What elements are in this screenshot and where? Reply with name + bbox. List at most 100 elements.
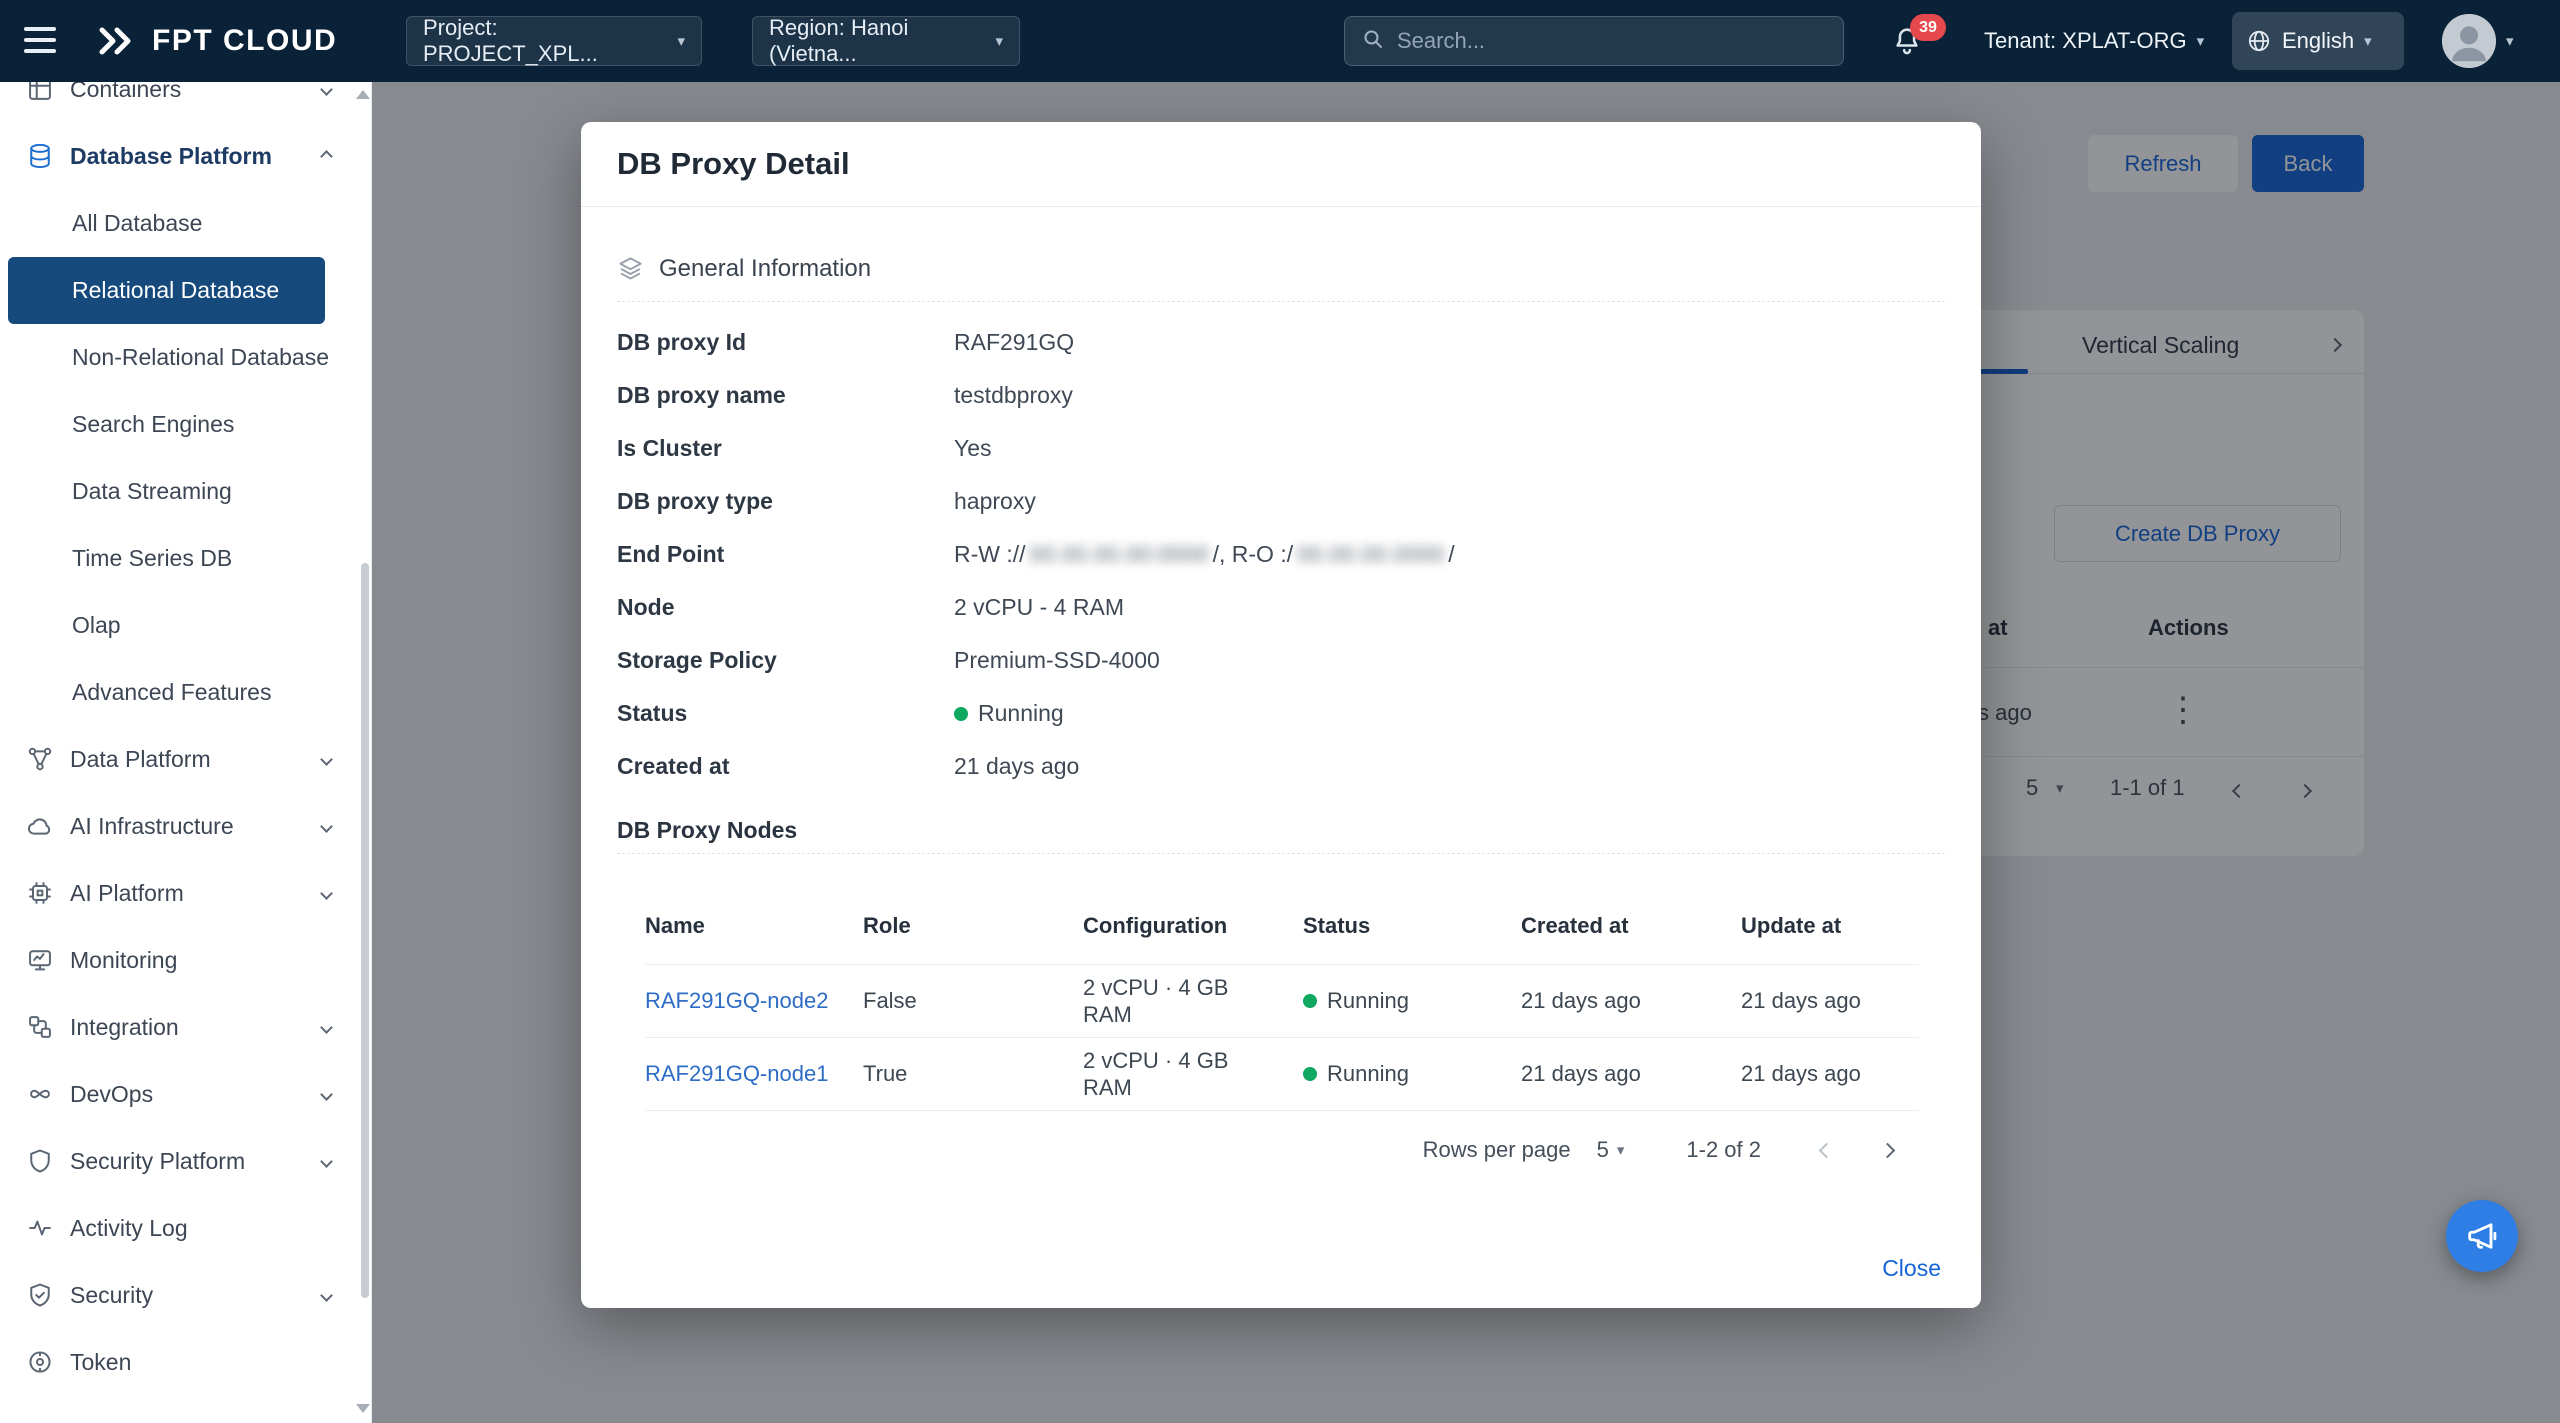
field-row-db-proxy-name: DB proxy nametestdbproxy <box>617 369 1945 422</box>
field-row-status: StatusRunning <box>617 687 1945 740</box>
chevron-down-icon <box>320 1088 333 1101</box>
sidebar-item-security-platform[interactable]: Security Platform <box>0 1128 357 1195</box>
sidebar-item-time-series-db[interactable]: Time Series DB <box>0 525 357 592</box>
sidebar-item-integration[interactable]: Integration <box>0 994 357 1061</box>
next-page-button[interactable] <box>1880 1142 1896 1158</box>
node-role: True <box>863 1061 1083 1087</box>
sidebar-item-label: Database Platform <box>70 143 272 170</box>
sidebar-item-security[interactable]: Security <box>0 1262 357 1329</box>
table-header-row: NameRoleConfigurationStatusCreated atUpd… <box>645 888 1919 965</box>
sidebar-item-ai-platform[interactable]: AI Platform <box>0 860 357 927</box>
field-row-is-cluster: Is ClusterYes <box>617 422 1945 475</box>
redacted-endpoint: 00.00.00.0000 <box>1297 541 1444 568</box>
notification-badge: 39 <box>1910 14 1946 41</box>
field-row-storage-policy: Storage PolicyPremium-SSD-4000 <box>617 634 1945 687</box>
sidebar-item-label: Monitoring <box>70 947 177 974</box>
chevron-down-icon <box>320 83 333 96</box>
sidebar-item-token[interactable]: Token <box>0 1329 357 1396</box>
user-menu[interactable]: ▾ <box>2442 0 2514 82</box>
field-label: DB proxy name <box>617 382 954 409</box>
sidebar-item-relational-database[interactable]: Relational Database <box>8 257 325 324</box>
node-role: False <box>863 988 1083 1014</box>
sidebar-item-label: DevOps <box>70 1081 153 1108</box>
chevron-down-icon: ▾ <box>1617 1141 1625 1159</box>
logo-text: FPT CLOUD <box>152 24 337 58</box>
sidebar-item-data-streaming[interactable]: Data Streaming <box>0 458 357 525</box>
sidebar-item-olap[interactable]: Olap <box>0 592 357 659</box>
dashed-divider <box>617 853 1945 854</box>
sidebar-item-all-database[interactable]: All Database <box>0 190 357 257</box>
node-status: Running <box>1303 988 1521 1014</box>
scrollbar-up-arrow[interactable] <box>356 90 370 99</box>
chevron-down-icon: ▾ <box>2364 34 2372 49</box>
project-selector-label: Project: PROJECT_XPL... <box>423 15 677 67</box>
sidebar-item-search-engines[interactable]: Search Engines <box>0 391 357 458</box>
node-name-link[interactable]: RAF291GQ-node1 <box>645 1061 828 1086</box>
chevron-down-icon: ▾ <box>995 34 1003 49</box>
avatar <box>2442 14 2496 68</box>
security-platform-icon <box>26 1147 56 1177</box>
modal-title: DB Proxy Detail <box>617 146 850 182</box>
field-text: haproxy <box>954 488 1036 515</box>
monitoring-icon <box>26 946 56 976</box>
announcement-fab[interactable] <box>2446 1200 2518 1272</box>
sidebar-item-activity-log[interactable]: Activity Log <box>0 1195 357 1262</box>
field-label: Storage Policy <box>617 647 954 674</box>
devops-icon <box>26 1080 56 1110</box>
field-label: End Point <box>617 541 954 568</box>
sidebar-item-label: Relational Database <box>72 277 279 304</box>
node-status: Running <box>1303 1061 1521 1087</box>
field-text: Premium-SSD-4000 <box>954 647 1160 674</box>
modal-body: General Information DB proxy IdRAF291GQD… <box>581 251 1981 1189</box>
sidebar-item-devops[interactable]: DevOps <box>0 1061 357 1128</box>
sidebar-item-monitoring[interactable]: Monitoring <box>0 927 357 994</box>
sidebar-item-ai-infrastructure[interactable]: AI Infrastructure <box>0 793 357 860</box>
project-selector[interactable]: Project: PROJECT_XPL... ▾ <box>406 16 702 66</box>
sidebar-item-label: Olap <box>72 612 121 639</box>
logo-mark-icon <box>96 25 140 57</box>
layers-icon <box>617 255 645 283</box>
integration-icon <box>26 1013 56 1043</box>
field-value: 2 vCPU - 4 RAM <box>954 594 1124 621</box>
sidebar-item-data-platform[interactable]: Data Platform <box>0 726 357 793</box>
dashed-divider <box>617 301 1945 302</box>
field-row-db-proxy-type: DB proxy typehaproxy <box>617 475 1945 528</box>
field-text: RAF291GQ <box>954 329 1074 356</box>
previous-page-button[interactable] <box>1819 1142 1835 1158</box>
sidebar-item-label: Data Platform <box>70 746 211 773</box>
tenant-selector[interactable]: Tenant: XPLAT-ORG ▾ <box>1984 0 2204 82</box>
field-value: testdbproxy <box>954 382 1073 409</box>
language-selector[interactable]: English ▾ <box>2232 12 2404 70</box>
close-button[interactable]: Close <box>1882 1255 1941 1282</box>
sidebar-item-advanced-features[interactable]: Advanced Features <box>0 659 357 726</box>
chevron-down-icon <box>320 820 333 833</box>
sidebar-scrollbar[interactable] <box>361 563 369 1298</box>
field-row-node: Node2 vCPU - 4 RAM <box>617 581 1945 634</box>
sidebar-item-label: Integration <box>70 1014 179 1041</box>
page-size-value: 5 <box>1597 1137 1609 1163</box>
field-row-db-proxy-id: DB proxy IdRAF291GQ <box>617 316 1945 369</box>
node-name-link[interactable]: RAF291GQ-node2 <box>645 988 828 1013</box>
sidebar-item-non-relational-database[interactable]: Non-Relational Database <box>0 324 357 391</box>
search-input[interactable] <box>1397 28 1827 54</box>
node-name-cell: RAF291GQ-node1 <box>645 1061 863 1087</box>
menu-icon[interactable] <box>24 27 56 55</box>
status-dot-icon <box>1303 1067 1317 1081</box>
notifications-button[interactable]: 39 <box>1890 24 1930 64</box>
sidebar-item-containers[interactable]: Containers <box>0 82 357 123</box>
scrollbar-down-arrow[interactable] <box>356 1404 370 1413</box>
field-value: Yes <box>954 435 992 462</box>
page-size-select[interactable]: 5 ▾ <box>1597 1137 1625 1163</box>
sidebar-item-database-platform[interactable]: Database Platform <box>0 123 357 190</box>
field-text: testdbproxy <box>954 382 1073 409</box>
field-value: 21 days ago <box>954 753 1079 780</box>
region-selector[interactable]: Region: Hanoi (Vietna... ▾ <box>752 16 1020 66</box>
field-label: DB proxy Id <box>617 329 954 356</box>
security-icon <box>26 1281 56 1311</box>
field-text: 2 vCPU - 4 RAM <box>954 594 1124 621</box>
sidebar-item-label: Non-Relational Database <box>72 344 329 371</box>
status-dot-icon <box>954 707 968 721</box>
sidebar-item-label: Containers <box>70 82 181 103</box>
language-label: English <box>2282 28 2354 54</box>
field-value: haproxy <box>954 488 1036 515</box>
